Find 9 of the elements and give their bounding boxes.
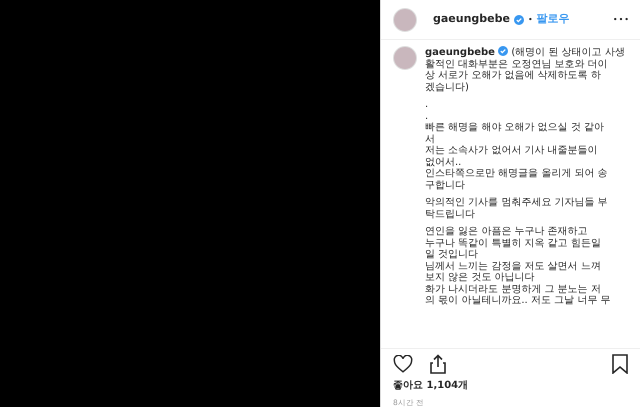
caption-text: gaeungbebe (해명이 된 상태이고 사생 활적인 대화부분은 오정연님 보호와 더이 상 서로가 오해가 없음에 삭제하도록 하 겠습니다) . . 빠른 해명을 해야 오해가 없으실 것 같아 서 저는 소속사가 없어서 기사 내줄분들이 없어서.. 인스타쪽으로만 해명글을 올리게 되어 송 구합니다 악의적인 기사를 멈춰주세요 기자님들 부 탁드립니다 연인을 잃은 아픔은 누구나 존재하고 누구나 똑같이 특별히 지옥 같고 힘든일 일 것입니다 님께서 느끼는 감정을 저도 살면서 느껴 보지 않은 것도 아닙니다 화가 나시더라도 분명하게 그 분노는 저 의 몫이 아닐테니까요.. 저도 그날 너무 무 [425,46,625,308]
caption-username[interactable]: gaeungbebe [425,47,495,58]
heart-icon[interactable] [393,355,413,373]
bookmark-icon[interactable] [612,354,628,374]
username[interactable]: gaeungbebe [433,11,510,28]
likes-count[interactable]: 좋아요 1,104개 [381,378,640,393]
more-options[interactable]: ••• [612,14,630,26]
share-icon[interactable] [429,354,447,374]
separator: • [528,14,533,26]
